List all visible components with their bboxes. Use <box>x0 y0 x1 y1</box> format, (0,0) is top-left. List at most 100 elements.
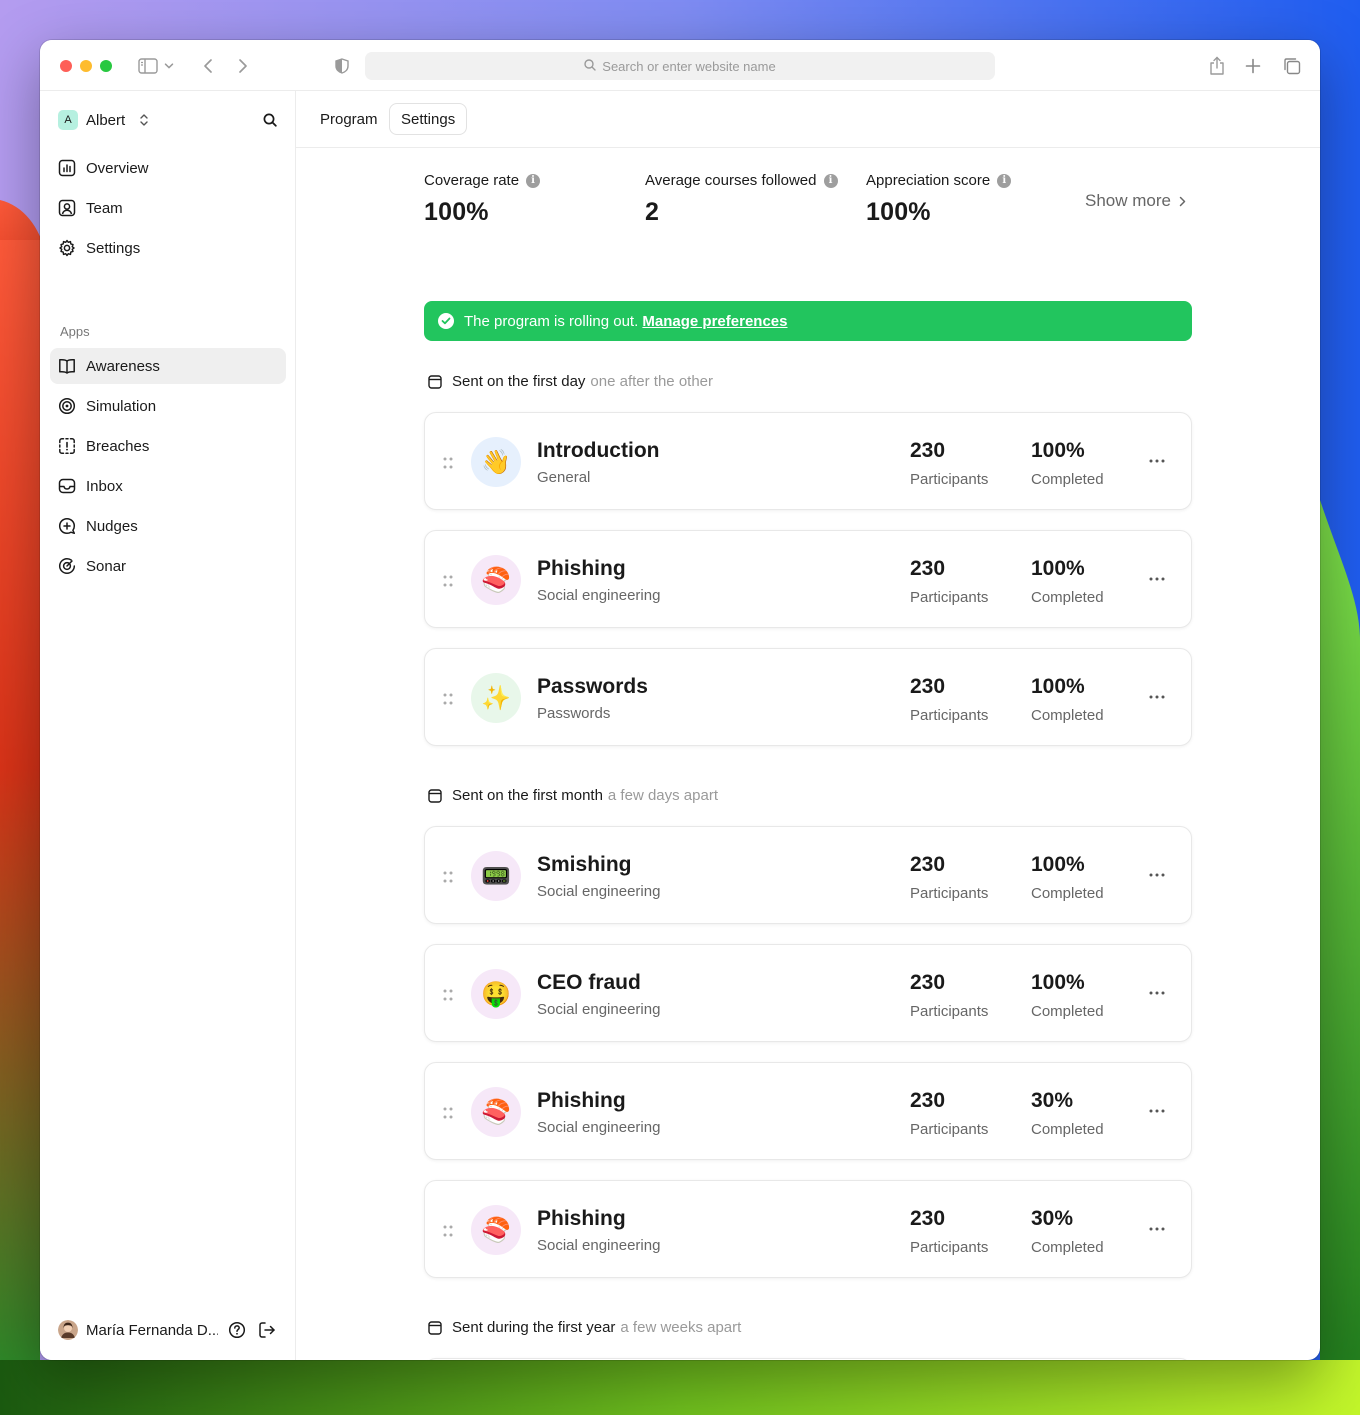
completed-metric: 100% Completed <box>1031 853 1104 902</box>
participants-metric: 230 Participants <box>910 557 988 606</box>
apps-nav: Awareness Simulation Breaches Inbox Nudg… <box>50 348 286 588</box>
course-category: Social engineering <box>537 587 661 604</box>
zoom-window-button[interactable] <box>100 60 112 72</box>
sidebar: A Albert Overview Team Settings Apps Awa… <box>40 91 296 1360</box>
nav-item-overview[interactable]: Overview <box>50 150 286 186</box>
drag-handle-icon[interactable] <box>443 692 453 710</box>
more-options-icon[interactable] <box>1145 451 1169 471</box>
course-card[interactable]: 🍣 Phishing Social engineering 230 Partici… <box>424 1062 1192 1160</box>
participants-metric: 230 Participants <box>910 971 988 1020</box>
more-options-icon[interactable] <box>1145 865 1169 885</box>
check-circle-icon <box>438 313 454 329</box>
nav-item-awareness[interactable]: Awareness <box>50 348 286 384</box>
drag-handle-icon[interactable] <box>443 988 453 1006</box>
completed-metric: 100% Completed <box>1031 971 1104 1020</box>
chart-icon <box>58 159 76 177</box>
course-emoji: 📟 <box>471 851 521 901</box>
nav-item-label: Team <box>86 199 123 217</box>
main-content: Program Settings Coverage rate i 100% Ave… <box>296 91 1320 1360</box>
course-card[interactable]: 👋 Introduction General 230 Participants 1… <box>424 412 1192 510</box>
minimize-window-button[interactable] <box>80 60 92 72</box>
forward-icon[interactable] <box>231 54 255 78</box>
user-name[interactable]: María Fernanda D... <box>86 1322 218 1339</box>
completed-label: Completed <box>1031 707 1104 724</box>
banner-text: The program is rolling out. <box>464 312 639 330</box>
completed-label: Completed <box>1031 885 1104 902</box>
course-emoji: 🍣 <box>471 555 521 605</box>
course-card[interactable]: 🍣 Phishing Social engineering 230 Partici… <box>424 1180 1192 1278</box>
course-category: Social engineering <box>537 1237 661 1254</box>
more-options-icon[interactable] <box>1145 1101 1169 1121</box>
info-icon[interactable]: i <box>823 173 838 188</box>
completed-metric: 100% Completed <box>1031 675 1104 724</box>
privacy-shield-icon[interactable] <box>330 54 354 78</box>
participants-value: 230 <box>910 853 946 876</box>
manage-preferences-link[interactable]: Manage preferences <box>642 313 787 330</box>
stat-appreciation-score: Appreciation score i 100% <box>866 172 1012 227</box>
new-tab-icon[interactable] <box>1241 54 1265 78</box>
share-icon[interactable] <box>1205 54 1229 78</box>
info-icon[interactable]: i <box>997 173 1012 188</box>
help-icon[interactable] <box>226 1319 248 1341</box>
avatar[interactable] <box>58 1320 78 1340</box>
course-category: Social engineering <box>537 1119 661 1136</box>
tab-overview-icon[interactable] <box>1280 54 1304 78</box>
nav-item-sonar[interactable]: Sonar <box>50 548 286 584</box>
course-card[interactable]: 🍣 Phishing Social engineering 230 Partici… <box>424 530 1192 628</box>
workspace-switcher[interactable]: A Albert <box>58 110 149 130</box>
course-card-placeholder <box>424 1358 1192 1360</box>
completed-metric: 100% Completed <box>1031 557 1104 606</box>
more-options-icon[interactable] <box>1145 569 1169 589</box>
nav-item-settings[interactable]: Settings <box>50 230 286 266</box>
inbox-icon <box>58 477 76 495</box>
address-bar[interactable]: Search or enter website name <box>365 52 995 80</box>
nav-item-simulation[interactable]: Simulation <box>50 388 286 424</box>
course-category: Social engineering <box>537 1001 661 1018</box>
nav-item-label: Sonar <box>86 557 127 575</box>
tab-settings[interactable]: Settings <box>389 103 468 135</box>
course-title: Phishing <box>537 1089 626 1112</box>
stat-value: 2 <box>645 198 660 226</box>
participants-value: 230 <box>910 557 946 580</box>
nudge-icon <box>58 517 76 535</box>
user-footer: María Fernanda D... <box>58 1319 280 1341</box>
close-window-button[interactable] <box>60 60 72 72</box>
course-card[interactable]: ✨ Passwords Passwords 230 Participants 10… <box>424 648 1192 746</box>
workspace-name: Albert <box>86 111 126 129</box>
nav-item-team[interactable]: Team <box>50 190 286 226</box>
stat-label: Average courses followed <box>645 172 817 189</box>
target-icon <box>58 397 76 415</box>
browser-window: Search or enter website name A Albert Ov… <box>40 40 1320 1360</box>
nav-item-label: Inbox <box>86 477 123 495</box>
course-emoji: 🤑 <box>471 969 521 1019</box>
drag-handle-icon[interactable] <box>443 1106 453 1124</box>
drag-handle-icon[interactable] <box>443 574 453 592</box>
back-icon[interactable] <box>196 54 220 78</box>
participants-value: 230 <box>910 439 946 462</box>
participants-label: Participants <box>910 471 989 488</box>
logout-icon[interactable] <box>256 1319 278 1341</box>
course-category: General <box>537 469 591 486</box>
more-options-icon[interactable] <box>1145 1219 1169 1239</box>
nav-item-inbox[interactable]: Inbox <box>50 468 286 504</box>
nav-item-nudges[interactable]: Nudges <box>50 508 286 544</box>
participants-value: 230 <box>910 1089 946 1112</box>
course-card[interactable]: 🤑 CEO fraud Social engineering 230 Partic… <box>424 944 1192 1042</box>
completed-metric: 30% Completed <box>1031 1207 1104 1256</box>
info-icon[interactable]: i <box>526 173 541 188</box>
tab-program[interactable]: Program <box>309 103 389 135</box>
more-options-icon[interactable] <box>1145 983 1169 1003</box>
show-more-button[interactable]: Show more <box>1085 191 1186 211</box>
drag-handle-icon[interactable] <box>443 456 453 474</box>
sidebar-toggle-icon[interactable] <box>136 54 160 78</box>
drag-handle-icon[interactable] <box>443 1224 453 1242</box>
participants-label: Participants <box>910 885 989 902</box>
course-card[interactable]: 📟 Smishing Social engineering 230 Partici… <box>424 826 1192 924</box>
more-options-icon[interactable] <box>1145 687 1169 707</box>
nav-item-breaches[interactable]: Breaches <box>50 428 286 464</box>
course-title: Phishing <box>537 557 626 580</box>
browser-toolbar: Search or enter website name <box>40 40 1320 91</box>
chevron-down-icon[interactable] <box>162 54 176 78</box>
sidebar-search-icon[interactable] <box>260 110 280 130</box>
drag-handle-icon[interactable] <box>443 870 453 888</box>
